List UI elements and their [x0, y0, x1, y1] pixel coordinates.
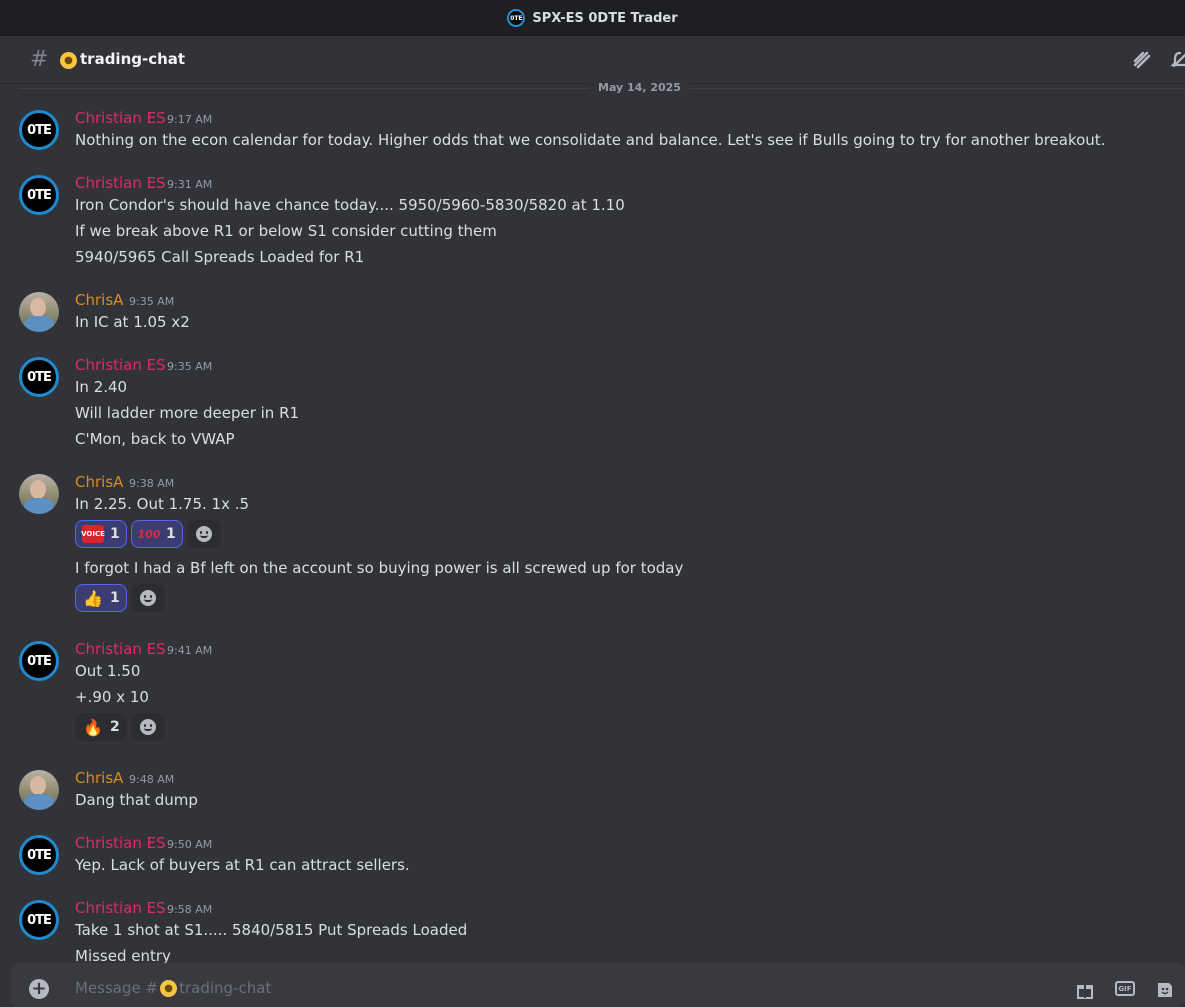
placeholder-prefix: Message # — [75, 979, 159, 997]
channel-name[interactable]: trading-chat — [80, 50, 185, 68]
message-timestamp: 9:48 AM — [129, 773, 175, 786]
channel-emoji-icon: ● — [160, 979, 178, 997]
placeholder-channel: trading-chat — [179, 979, 272, 997]
notification-muted-icon[interactable] — [1170, 50, 1185, 70]
message-text: +.90 x 10 — [75, 688, 149, 706]
message-timestamp: 9:35 AM — [129, 295, 175, 308]
channel-header: # ● trading-chat — [0, 36, 1185, 84]
reaction-thumbs-up[interactable]: 👍 1 — [75, 584, 127, 612]
avatar-text: 0TE — [27, 369, 52, 385]
date-divider-label: May 14, 2025 — [590, 81, 689, 94]
avatar[interactable]: 0TE — [19, 110, 59, 150]
avatar-text: 0TE — [27, 912, 52, 928]
gif-icon[interactable]: GIF — [1115, 981, 1135, 996]
message-text: If we break above R1 or below S1 conside… — [75, 222, 497, 240]
message-author[interactable]: Christian ES — [75, 356, 166, 374]
avatar[interactable] — [19, 770, 59, 810]
channel-hash-icon: # — [30, 47, 49, 72]
avatar-text: 0TE — [27, 653, 52, 669]
add-reaction-button[interactable] — [131, 584, 165, 612]
voice-emoji-icon: VOICE — [81, 525, 105, 543]
message-author[interactable]: Christian ES — [75, 640, 166, 658]
message-timestamp: 9:38 AM — [129, 477, 175, 490]
message-text: Out 1.50 — [75, 662, 141, 680]
avatar-text: 0TE — [27, 187, 52, 203]
add-reaction-icon — [196, 526, 212, 542]
add-reaction-icon — [140, 590, 156, 606]
avatar[interactable] — [19, 474, 59, 514]
add-reaction-button[interactable] — [187, 520, 221, 548]
window-title: SPX-ES 0DTE Trader — [532, 10, 678, 26]
avatar[interactable]: 0TE — [19, 900, 59, 940]
message-text: Iron Condor's should have chance today..… — [75, 196, 625, 214]
message-timestamp: 9:50 AM — [167, 838, 213, 851]
message-input[interactable]: Message # ● trading-chat — [75, 979, 271, 997]
add-reaction-button[interactable] — [131, 713, 165, 741]
reaction-count: 1 — [166, 526, 176, 542]
message-text: Take 1 shot at S1..... 5840/5815 Put Spr… — [75, 921, 468, 939]
message-text: Will ladder more deeper in R1 — [75, 404, 300, 422]
avatar[interactable]: 0TE — [19, 641, 59, 681]
channel-emoji-icon: ● — [60, 52, 77, 69]
reaction-count: 1 — [110, 526, 120, 542]
message-composer[interactable]: + Message # ● trading-chat GIF — [10, 963, 1185, 1007]
reaction-count: 2 — [110, 719, 120, 735]
message-author[interactable]: ChrisA — [75, 291, 123, 309]
avatar[interactable]: 0TE — [19, 175, 59, 215]
reaction-count: 1 — [110, 590, 120, 606]
add-reaction-icon — [140, 719, 156, 735]
reaction-voice[interactable]: VOICE 1 — [75, 520, 127, 548]
message-author[interactable]: Christian ES — [75, 834, 166, 852]
fire-emoji-icon: 🔥 — [83, 717, 103, 737]
window-title-bar: 0TE SPX-ES 0DTE Trader — [0, 0, 1185, 36]
hundred-emoji-icon: 100 — [137, 527, 161, 541]
message-text: C'Mon, back to VWAP — [75, 430, 235, 448]
reaction-hundred[interactable]: 100 1 — [131, 520, 183, 548]
avatar-text: 0TE — [27, 122, 52, 138]
message-timestamp: 9:41 AM — [167, 644, 213, 657]
message-author[interactable]: Christian ES — [75, 109, 166, 127]
message-text: In 2.40 — [75, 378, 128, 396]
avatar[interactable]: 0TE — [19, 835, 59, 875]
server-icon-text: 0TE — [510, 14, 523, 22]
message-author[interactable]: Christian ES — [75, 174, 166, 192]
message-text: Dang that dump — [75, 791, 198, 809]
message-timestamp: 9:17 AM — [167, 113, 213, 126]
thumbs-up-emoji-icon: 👍 — [83, 588, 103, 608]
message-timestamp: 9:58 AM — [167, 903, 213, 916]
sticker-icon[interactable] — [1155, 980, 1175, 1000]
message-text: In 2.25. Out 1.75. 1x .5 — [75, 495, 250, 513]
message-timestamp: 9:31 AM — [167, 178, 213, 191]
avatar[interactable] — [19, 292, 59, 332]
message-author[interactable]: ChrisA — [75, 769, 123, 787]
reaction-fire[interactable]: 🔥 2 — [75, 713, 127, 741]
upload-plus-icon[interactable]: + — [29, 979, 49, 999]
message-text: I forgot I had a Bf left on the account … — [75, 559, 684, 577]
message-author[interactable]: ChrisA — [75, 473, 123, 491]
threads-icon[interactable] — [1132, 50, 1152, 70]
message-text: In IC at 1.05 x2 — [75, 313, 190, 331]
message-text: Nothing on the econ calendar for today. … — [75, 131, 1106, 149]
gift-icon[interactable] — [1075, 980, 1095, 1000]
message-text: 5940/5965 Call Spreads Loaded for R1 — [75, 248, 365, 266]
message-text: Yep. Lack of buyers at R1 can attract se… — [75, 856, 410, 874]
message-timestamp: 9:35 AM — [167, 360, 213, 373]
avatar-text: 0TE — [27, 847, 52, 863]
avatar[interactable]: 0TE — [19, 357, 59, 397]
server-icon: 0TE — [507, 9, 526, 27]
message-author[interactable]: Christian ES — [75, 899, 166, 917]
